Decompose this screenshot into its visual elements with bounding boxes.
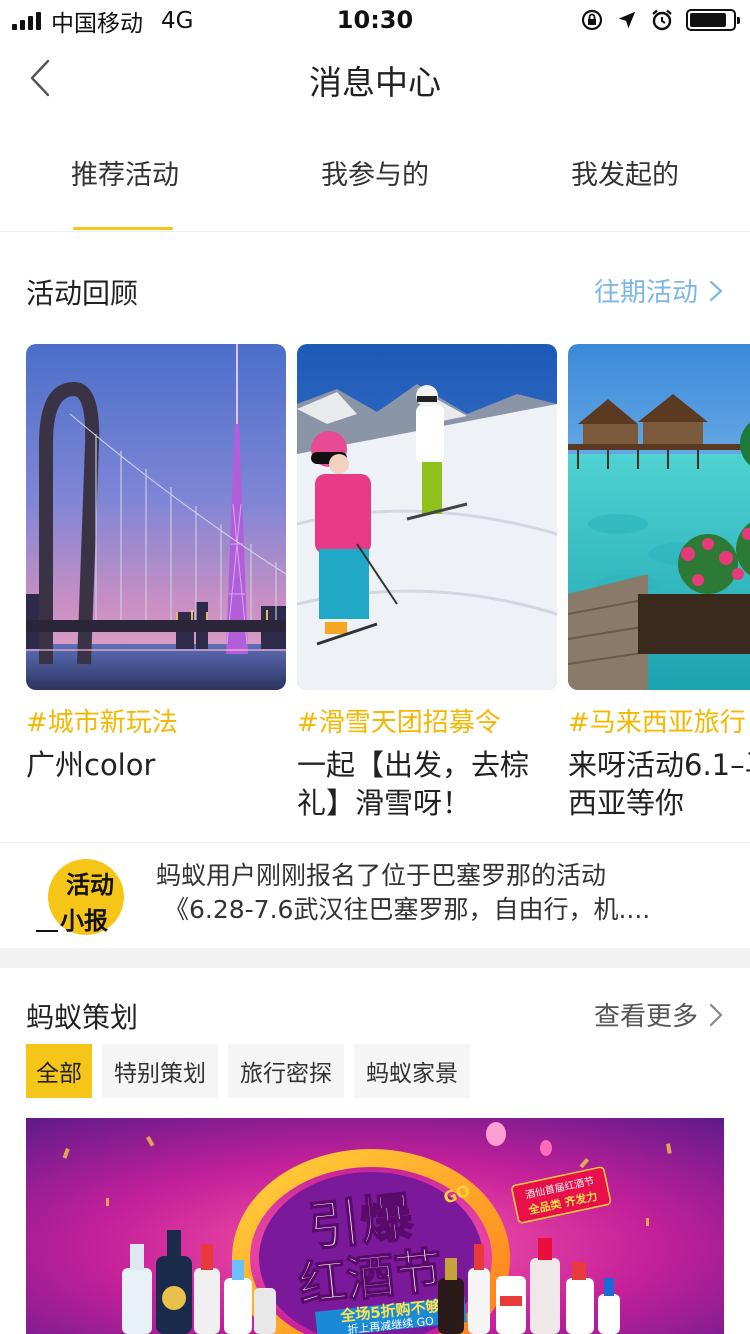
planning-section-header: 蚂蚁策划 查看更多 bbox=[26, 996, 724, 1040]
card-tag: #滑雪天团招募令 bbox=[297, 708, 501, 738]
tab-bar: 推荐活动 我参与的 我发起的 bbox=[0, 140, 750, 232]
card-title: 一起【出发，去棕礼】滑雪呀！ bbox=[297, 748, 530, 820]
badge-line-2: 小报 bbox=[60, 907, 108, 935]
chip-label: 特别策划 bbox=[114, 1061, 206, 1087]
card-title: 来呀活动6.1–马来西亚等你 bbox=[568, 748, 750, 820]
message-center-page: 中国移动 4G 10:30 消息中心 推荐活动 我参与的 我发起的 活动回顾 往… bbox=[0, 0, 750, 1334]
tab-label: 我参与的 bbox=[321, 160, 429, 191]
location-arrow-icon bbox=[618, 11, 636, 29]
ticker-message: 蚂蚁用户刚刚报名了位于巴塞罗那的活动 《6.28-7.6武汉往巴塞罗那，自由行，… bbox=[156, 859, 724, 927]
tab-label: 推荐活动 bbox=[71, 160, 179, 191]
tab-joined[interactable]: 我参与的 bbox=[250, 140, 500, 231]
alarm-icon bbox=[652, 9, 672, 31]
battery-icon bbox=[686, 9, 740, 31]
tab-label: 我发起的 bbox=[571, 160, 679, 191]
activity-card[interactable]: #滑雪天团招募令 一起【出发，去棕礼】滑雪呀！ bbox=[297, 344, 557, 822]
review-section-header: 活动回顾 往期活动 bbox=[26, 272, 724, 316]
chip-label: 全部 bbox=[36, 1061, 82, 1087]
card-tag: #城市新玩法 bbox=[26, 708, 178, 738]
chip-label: 旅行密探 bbox=[240, 1061, 332, 1087]
section-title: 活动回顾 bbox=[26, 277, 139, 310]
tab-recommended[interactable]: 推荐活动 bbox=[0, 140, 250, 231]
activity-card-carousel: #城市新玩法 广州color #滑雪天团招募令 一起【出发，去棕礼】滑雪呀！ #… bbox=[26, 344, 750, 824]
chip-special[interactable]: 特别策划 bbox=[102, 1044, 218, 1098]
chip-travel-explore[interactable]: 旅行密探 bbox=[228, 1044, 344, 1098]
view-more-link[interactable]: 查看更多 bbox=[594, 996, 724, 1033]
page-title: 消息中心 bbox=[309, 63, 441, 102]
more-label: 往期活动 bbox=[593, 278, 698, 308]
activity-news-badge: 活动 小报 bbox=[36, 855, 128, 939]
ticker-line-1: 蚂蚁用户刚刚报名了位于巴塞罗那的活动 bbox=[156, 861, 607, 890]
chevron-right-icon bbox=[709, 280, 723, 301]
chip-all[interactable]: 全部 bbox=[26, 1044, 92, 1098]
chip-ant-scenery[interactable]: 蚂蚁家景 bbox=[354, 1044, 470, 1098]
card-title: 广州color bbox=[26, 748, 156, 782]
card-tag: #马来西亚旅行 bbox=[568, 708, 746, 738]
activity-card-image-city bbox=[26, 344, 286, 690]
section-title: 蚂蚁策划 bbox=[26, 1001, 139, 1034]
ticker-line-2: 《6.28-7.6武汉往巴塞罗那，自由行，机.... bbox=[164, 895, 651, 924]
rotation-lock-icon bbox=[581, 9, 603, 31]
more-label: 查看更多 bbox=[593, 1002, 698, 1032]
navigation-bar: 消息中心 bbox=[0, 42, 750, 118]
chip-label: 蚂蚁家景 bbox=[366, 1061, 458, 1087]
activity-news-ticker[interactable]: 活动 小报 蚂蚁用户刚刚报名了位于巴塞罗那的活动 《6.28-7.6武汉往巴塞罗… bbox=[0, 842, 750, 949]
badge-dash bbox=[36, 930, 58, 932]
status-right bbox=[580, 8, 740, 32]
section-divider bbox=[0, 948, 750, 968]
badge-line-1: 活动 bbox=[66, 871, 114, 899]
activity-card-image-ski bbox=[297, 344, 557, 690]
activity-card[interactable]: #马来西亚旅行 来呀活动6.1–马来西亚等你 bbox=[568, 344, 750, 822]
chevron-right-icon bbox=[709, 1003, 723, 1026]
activity-card-image-malaysia bbox=[568, 344, 750, 690]
activity-card[interactable]: #城市新玩法 广州color bbox=[26, 344, 286, 784]
past-activities-link[interactable]: 往期活动 bbox=[594, 272, 724, 309]
wine-festival-banner[interactable]: 引爆 红酒节 GO 全场5折购不够 折上再减继续 GO 酒仙首届红酒节 全品类 … bbox=[26, 1118, 724, 1334]
tab-initiated[interactable]: 我发起的 bbox=[500, 140, 750, 231]
battery-level bbox=[690, 13, 726, 27]
status-bar: 中国移动 4G 10:30 bbox=[0, 0, 750, 42]
active-tab-indicator bbox=[73, 227, 173, 230]
planning-filter-chips: 全部 特别策划 旅行密探 蚂蚁家景 bbox=[26, 1044, 470, 1098]
